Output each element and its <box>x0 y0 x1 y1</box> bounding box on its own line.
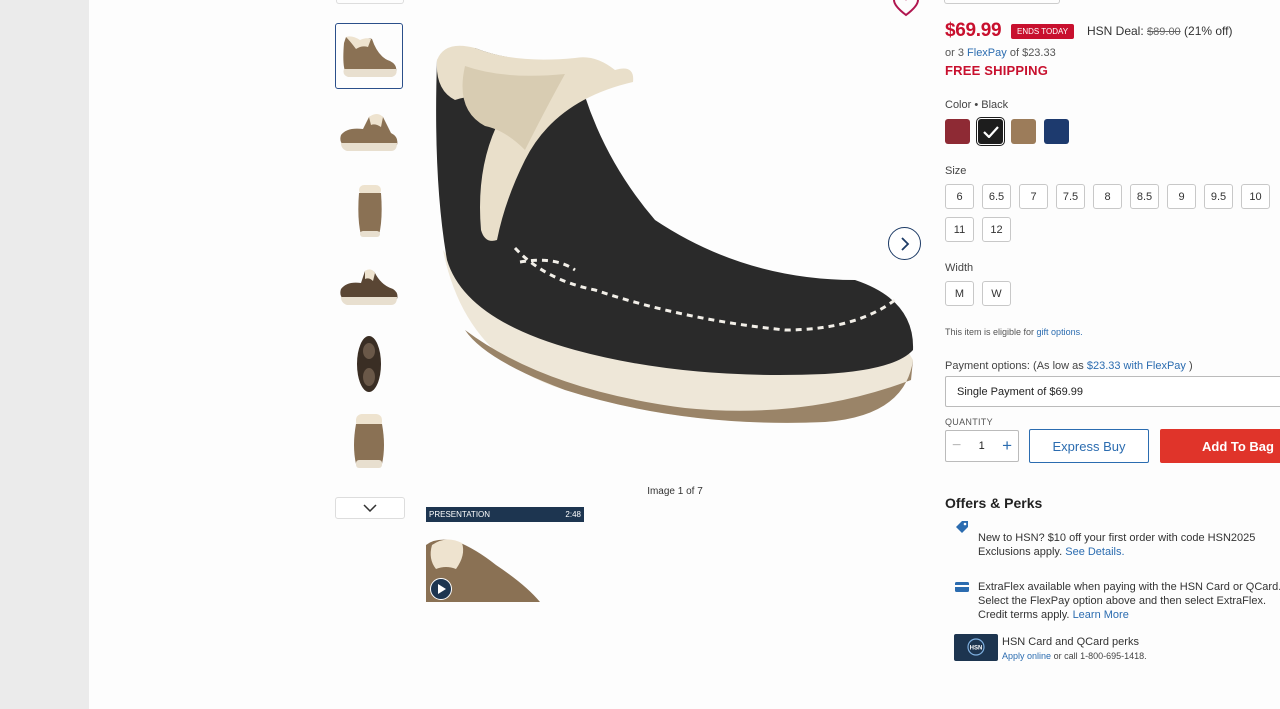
width-options: M W <box>945 281 1011 306</box>
chevron-right-icon <box>900 236 909 251</box>
size-option[interactable]: 6.5 <box>982 184 1011 209</box>
swatch-red[interactable] <box>945 119 970 144</box>
size-label: Size <box>945 165 967 177</box>
perk1-line2: Exclusions apply. <box>978 546 1063 558</box>
tag-icon <box>956 521 968 533</box>
thumbnail-3[interactable] <box>335 177 403 243</box>
original-price: $89.00 <box>1147 26 1181 38</box>
heart-icon <box>892 0 920 17</box>
size-option[interactable]: 7.5 <box>1056 184 1085 209</box>
left-gutter <box>0 0 89 709</box>
size-option[interactable]: 9.5 <box>1204 184 1233 209</box>
see-details-link[interactable]: See Details. <box>1065 546 1124 558</box>
check-icon <box>982 125 999 138</box>
color-label: Color • Black <box>945 99 1009 111</box>
width-option[interactable]: M <box>945 281 974 306</box>
discount: (21% off) <box>1184 24 1233 38</box>
play-icon <box>437 584 446 594</box>
width-label: Width <box>945 262 974 274</box>
add-to-bag-button[interactable]: Add To Bag <box>1160 429 1280 463</box>
size-option[interactable]: 6 <box>945 184 974 209</box>
size-option[interactable]: 7 <box>1019 184 1048 209</box>
size-option[interactable]: 9 <box>1167 184 1196 209</box>
size-option[interactable]: 10 <box>1241 184 1270 209</box>
width-option[interactable]: W <box>982 281 1011 306</box>
deal-line: HSN Deal: $89.00 (21% off) <box>1087 24 1233 38</box>
thumbnail-up-button[interactable] <box>336 0 404 4</box>
flexpay-prefix: or 3 <box>945 47 964 59</box>
perk2-line1: ExtraFlex available when paying with the… <box>978 581 1280 593</box>
perk2-line3: Credit terms apply. <box>978 609 1070 621</box>
video-duration: 2:48 <box>565 510 581 519</box>
color-swatches <box>945 117 1069 146</box>
video-label: PRESENTATION <box>429 510 491 519</box>
thumbnail-down-button[interactable] <box>335 497 405 519</box>
wishlist-button[interactable] <box>891 0 921 18</box>
thumbnail-4[interactable] <box>335 254 403 320</box>
free-shipping-label: FREE SHIPPING <box>945 63 1049 78</box>
size-option[interactable]: 12 <box>982 217 1011 242</box>
payment-select[interactable]: Single Payment of $69.99 <box>945 376 1280 407</box>
thumbnail-1[interactable] <box>335 23 403 89</box>
size-options: 6 6.5 7 7.5 8 8.5 9 9.5 10 11 12 <box>945 184 1280 242</box>
video-label-bar: PRESENTATION 2:48 <box>426 507 584 522</box>
perk1-line1: New to HSN? $10 off your first order wit… <box>978 532 1256 544</box>
flexpay-link[interactable]: FlexPay <box>967 47 1007 59</box>
gift-prefix: This item is eligible for <box>945 327 1035 337</box>
card-phone-text: or call 1-800-695-1418. <box>1053 651 1147 661</box>
top-stub-box <box>944 0 1060 4</box>
next-image-button[interactable] <box>888 227 921 260</box>
play-video-button[interactable] <box>430 578 452 600</box>
offers-title: Offers & Perks <box>945 495 1043 511</box>
swatch-black[interactable] <box>976 117 1005 146</box>
hsn-card-image: HSN <box>954 634 998 661</box>
hsn-card-logo: HSN <box>967 637 985 656</box>
learn-more-link[interactable]: Learn More <box>1073 609 1129 621</box>
swatch-navy[interactable] <box>1044 119 1069 144</box>
perk2-line2: Select the FlexPay option above and then… <box>978 595 1266 607</box>
thumbnail-2[interactable] <box>335 100 403 166</box>
payment-options-label: Payment options: (As low as $23.33 with … <box>945 360 1193 372</box>
deal-prefix: HSN Deal: <box>1087 24 1144 38</box>
quantity-label: QUANTITY <box>945 417 993 427</box>
main-product-image[interactable] <box>425 30 920 450</box>
quantity-decrease-button[interactable]: − <box>952 437 961 455</box>
express-buy-button[interactable]: Express Buy <box>1029 429 1149 463</box>
flexpay-payment-link[interactable]: $23.33 with FlexPay <box>1087 360 1186 372</box>
size-option[interactable]: 8.5 <box>1130 184 1159 209</box>
swatch-taupe[interactable] <box>1011 119 1036 144</box>
payment-label-prefix: Payment options: (As low as <box>945 360 1084 372</box>
quantity-value[interactable]: 1 <box>979 440 985 452</box>
size-option[interactable]: 8 <box>1093 184 1122 209</box>
product-price: $69.99 <box>945 20 1002 41</box>
credit-card-icon <box>955 582 969 592</box>
card-perks-title: HSN Card and QCard perks <box>1002 636 1139 648</box>
ends-today-badge: ENDS TODAY <box>1011 24 1075 39</box>
thumbnail-6[interactable] <box>335 408 403 474</box>
quantity-stepper: − 1 + <box>945 430 1019 462</box>
quantity-increase-button[interactable]: + <box>1002 436 1012 456</box>
flexpay-suffix: of $23.33 <box>1009 47 1056 59</box>
thumbnail-list <box>335 23 405 485</box>
apply-online-link[interactable]: Apply online <box>1002 651 1051 661</box>
gift-options-line: This item is eligible for gift options. <box>945 327 1083 337</box>
size-option[interactable]: 11 <box>945 217 974 242</box>
flexpay-line: or 3 FlexPay of $23.33 <box>945 47 1056 59</box>
chevron-down-icon <box>363 504 377 512</box>
thumbnail-5[interactable] <box>335 331 403 397</box>
image-counter: Image 1 of 7 <box>647 486 703 497</box>
card-perks-subline: Apply online or call 1-800-695-1418. <box>1002 651 1147 661</box>
card-logo-text: HSN <box>970 645 983 651</box>
gift-options-link[interactable]: gift options. <box>1037 327 1083 337</box>
payment-label-suffix: ) <box>1188 360 1193 372</box>
